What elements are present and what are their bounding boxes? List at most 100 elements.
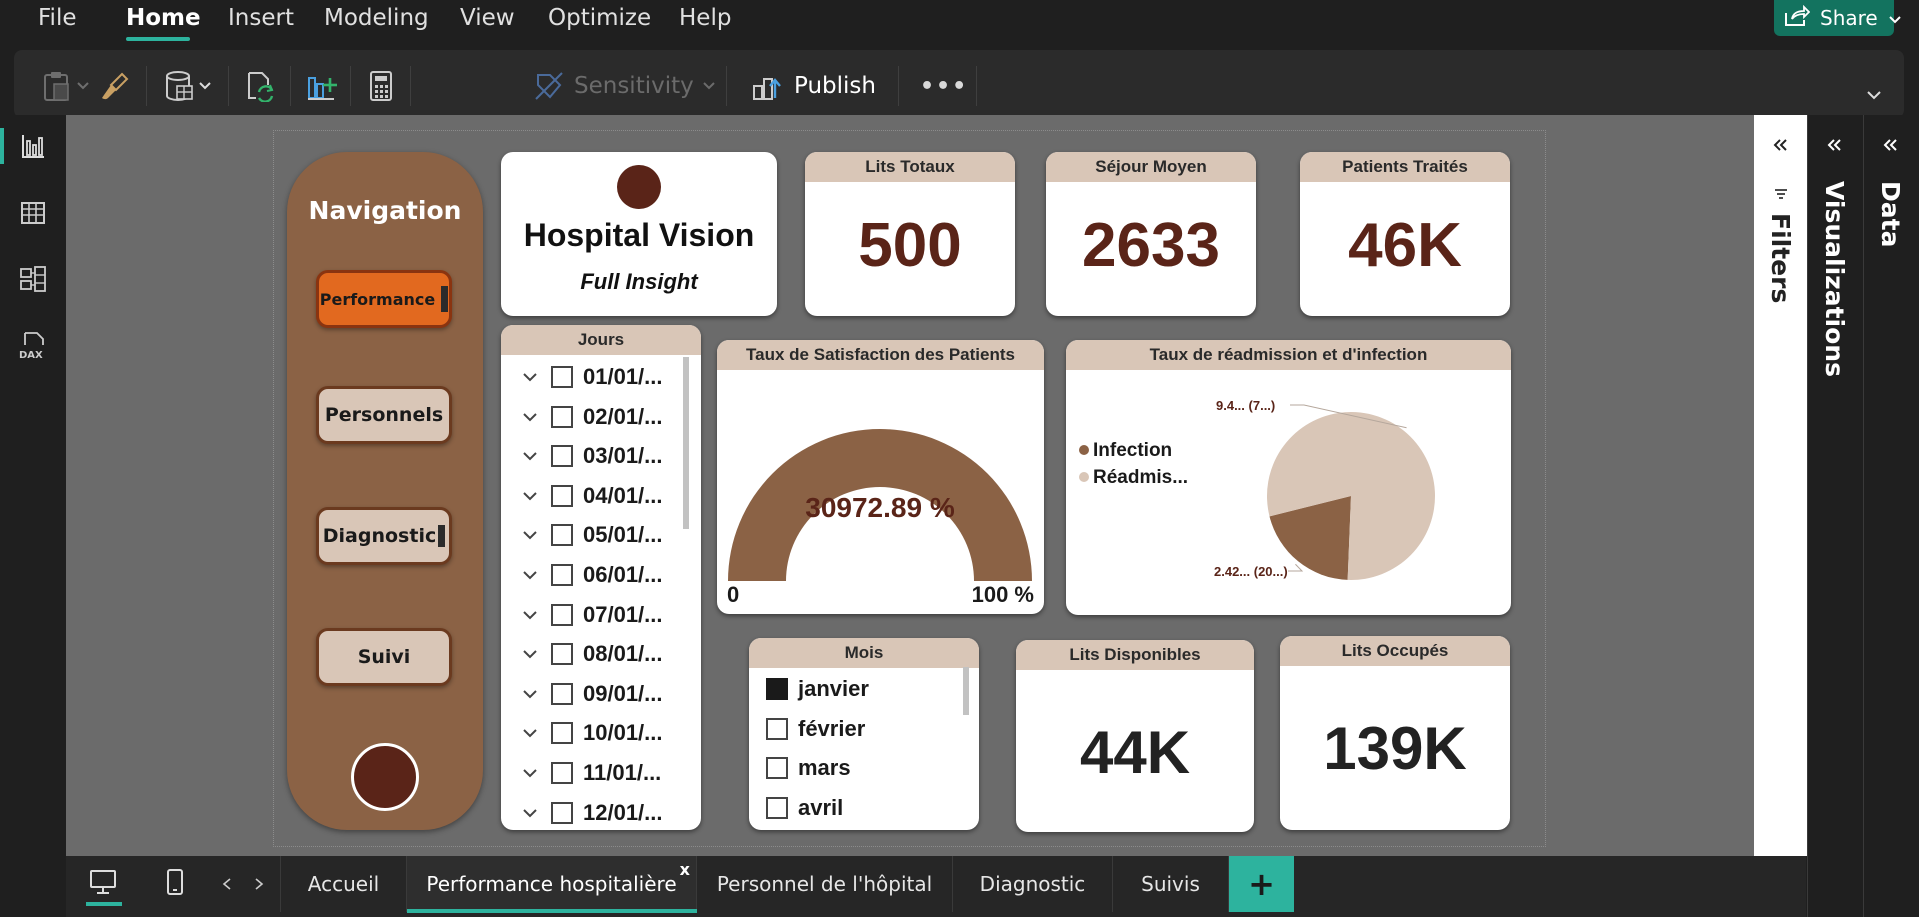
checkbox[interactable] bbox=[551, 484, 573, 507]
jours-item[interactable]: 08/01/... bbox=[519, 641, 663, 667]
jours-item[interactable]: 04/01/... bbox=[519, 483, 663, 509]
report-view-icon[interactable] bbox=[17, 130, 49, 162]
checkbox[interactable] bbox=[551, 801, 573, 824]
checkbox[interactable] bbox=[551, 445, 573, 468]
menu-view[interactable]: View bbox=[460, 5, 515, 31]
jours-item[interactable]: 07/01/... bbox=[519, 602, 663, 628]
more-options-button[interactable]: ••• bbox=[920, 68, 968, 104]
chevron-down-icon[interactable] bbox=[519, 445, 541, 467]
nav-suivi-button[interactable]: Suivi bbox=[316, 628, 452, 686]
chevron-down-icon[interactable] bbox=[519, 524, 541, 546]
checkbox[interactable] bbox=[551, 643, 573, 666]
checkbox[interactable] bbox=[766, 797, 788, 820]
scroll-tabs-left-button[interactable] bbox=[214, 856, 240, 912]
chevron-down-icon[interactable] bbox=[519, 485, 541, 507]
legend-label[interactable]: Réadmis... bbox=[1093, 467, 1188, 488]
mois-item[interactable]: janvier bbox=[766, 676, 869, 702]
jours-scrollbar[interactable] bbox=[683, 357, 689, 529]
checkbox[interactable] bbox=[551, 524, 573, 547]
publish-button[interactable]: Publish bbox=[752, 68, 876, 104]
checkbox[interactable] bbox=[551, 762, 573, 784]
paste-button[interactable] bbox=[42, 68, 90, 104]
kpi-card-lits-occupes[interactable]: Lits Occupés 139K bbox=[1280, 636, 1510, 830]
page-tab-accueil[interactable]: Accueil bbox=[280, 856, 407, 912]
mois-scrollbar[interactable] bbox=[963, 667, 969, 715]
checkbox[interactable] bbox=[766, 717, 788, 740]
mois-item[interactable]: avril bbox=[766, 795, 843, 821]
menu-file[interactable]: File bbox=[38, 5, 77, 31]
format-painter-button[interactable] bbox=[100, 68, 130, 104]
expand-data-icon[interactable] bbox=[1882, 137, 1898, 156]
expand-visualizations-icon[interactable] bbox=[1826, 137, 1842, 156]
nav-circle-button[interactable] bbox=[351, 743, 419, 811]
nav-diagnostic-button[interactable]: Diagnostic bbox=[316, 507, 452, 565]
collapse-ribbon-icon[interactable] bbox=[1866, 86, 1882, 105]
dax-query-view-icon[interactable]: DAX bbox=[17, 330, 49, 362]
kpi-card-lits-totaux[interactable]: Lits Totaux 500 bbox=[805, 152, 1015, 316]
menu-insert[interactable]: Insert bbox=[228, 5, 294, 31]
page-tab-suivis[interactable]: Suivis bbox=[1113, 856, 1229, 912]
jours-item[interactable]: 11/01/... bbox=[519, 760, 661, 786]
chevron-down-icon[interactable] bbox=[519, 802, 541, 824]
filter-icon bbox=[1774, 185, 1788, 204]
page-tab-performance[interactable]: Performance hospitalière x bbox=[407, 856, 697, 912]
chevron-down-icon[interactable] bbox=[519, 683, 541, 705]
gauge-card[interactable]: Taux de Satisfaction des Patients 30972.… bbox=[717, 340, 1044, 614]
checkbox[interactable] bbox=[551, 405, 573, 428]
mobile-layout-button[interactable] bbox=[140, 856, 210, 912]
new-measure-button[interactable] bbox=[366, 68, 396, 104]
menu-modeling[interactable]: Modeling bbox=[324, 5, 429, 31]
nav-personnels-button[interactable]: Personnels bbox=[316, 386, 452, 444]
new-visual-button[interactable] bbox=[306, 68, 338, 104]
menu-help[interactable]: Help bbox=[679, 5, 731, 31]
checkbox[interactable] bbox=[551, 682, 573, 705]
chevron-down-icon[interactable] bbox=[519, 643, 541, 665]
sensitivity-button[interactable]: Sensitivity bbox=[534, 68, 716, 104]
checkbox[interactable] bbox=[551, 722, 573, 745]
jours-item[interactable]: 09/01/... bbox=[519, 681, 663, 707]
checkbox[interactable] bbox=[551, 564, 573, 586]
checkbox[interactable] bbox=[551, 366, 573, 388]
kpi-card-sejour-moyen[interactable]: Séjour Moyen 2633 bbox=[1046, 152, 1256, 316]
mois-item[interactable]: février bbox=[766, 716, 865, 742]
get-data-button[interactable] bbox=[164, 68, 212, 104]
table-view-icon[interactable] bbox=[17, 197, 49, 229]
mois-item[interactable]: mars bbox=[766, 755, 851, 781]
legend-label[interactable]: Infection bbox=[1093, 440, 1172, 461]
nav-diagnostic-label: Diagnostic bbox=[322, 525, 437, 547]
visualizations-pane[interactable]: Visualizations bbox=[1807, 115, 1863, 917]
jours-item[interactable]: 12/01/... bbox=[519, 800, 663, 826]
checkbox[interactable] bbox=[766, 678, 788, 700]
pie-card[interactable]: Taux de réadmission et d'infection Infec… bbox=[1066, 340, 1511, 615]
chevron-down-icon[interactable] bbox=[519, 762, 541, 784]
nav-performance-button[interactable]: Performance bbox=[316, 270, 452, 328]
jours-item[interactable]: 05/01/... bbox=[519, 522, 663, 548]
add-page-button[interactable]: + bbox=[1229, 856, 1294, 912]
filters-pane[interactable]: Filters bbox=[1754, 115, 1807, 856]
jours-item[interactable]: 06/01/... bbox=[519, 562, 663, 588]
jours-item[interactable]: 01/01/... bbox=[519, 364, 663, 390]
chevron-down-icon[interactable] bbox=[519, 406, 541, 428]
share-button[interactable]: Share bbox=[1774, 0, 1901, 36]
menu-optimize[interactable]: Optimize bbox=[548, 5, 651, 31]
kpi-card-lits-disponibles[interactable]: Lits Disponibles 44K bbox=[1016, 640, 1254, 832]
chevron-down-icon[interactable] bbox=[519, 722, 541, 744]
jours-item[interactable]: 10/01/... bbox=[519, 720, 663, 746]
expand-filters-icon[interactable] bbox=[1772, 137, 1788, 156]
page-tab-diagnostic[interactable]: Diagnostic bbox=[953, 856, 1113, 912]
refresh-button[interactable] bbox=[244, 68, 276, 104]
data-pane[interactable]: Data bbox=[1863, 115, 1919, 917]
close-tab-icon[interactable]: x bbox=[680, 860, 690, 879]
menu-home[interactable]: Home bbox=[126, 5, 201, 31]
kpi-card-patients-traites[interactable]: Patients Traités 46K bbox=[1300, 152, 1510, 316]
model-view-icon[interactable] bbox=[17, 263, 49, 295]
scroll-tabs-right-button[interactable] bbox=[246, 856, 272, 912]
checkbox[interactable] bbox=[551, 603, 573, 626]
jours-item[interactable]: 02/01/... bbox=[519, 404, 663, 430]
page-tab-personnel[interactable]: Personnel de l'hôpital bbox=[697, 856, 953, 912]
chevron-down-icon[interactable] bbox=[519, 366, 541, 388]
chevron-down-icon[interactable] bbox=[519, 604, 541, 626]
chevron-down-icon[interactable] bbox=[519, 564, 541, 586]
jours-item[interactable]: 03/01/... bbox=[519, 443, 663, 469]
checkbox[interactable] bbox=[766, 757, 788, 780]
